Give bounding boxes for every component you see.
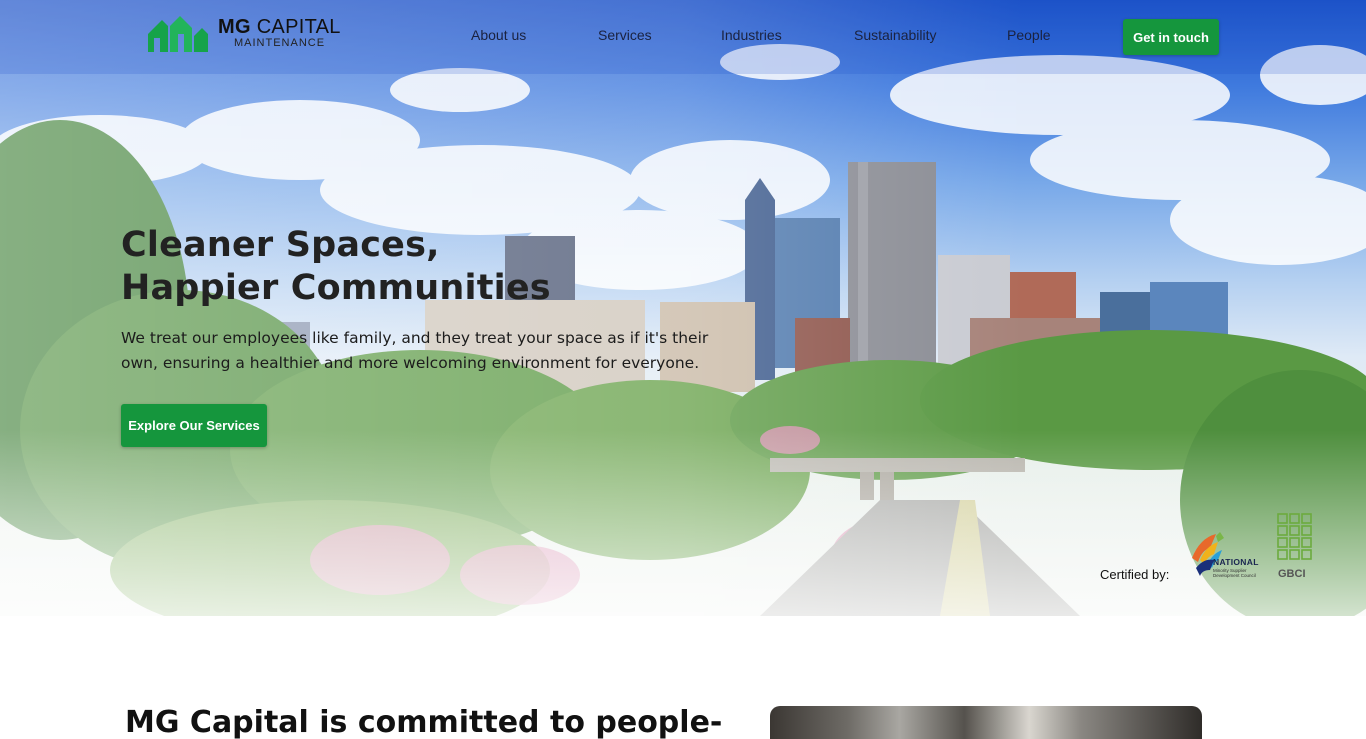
nav-link-people[interactable]: People bbox=[1007, 27, 1051, 43]
nav-link-services[interactable]: Services bbox=[598, 27, 652, 43]
nmsdc-subtitle: Minority Supplier Development Council bbox=[1213, 568, 1256, 578]
explore-services-button[interactable]: Explore Our Services bbox=[121, 404, 267, 447]
nav-link-industries[interactable]: Industries bbox=[721, 27, 782, 43]
get-in-touch-button[interactable]: Get in touch bbox=[1123, 19, 1219, 55]
top-navigation: MG CAPITAL MAINTENANCE About us Services… bbox=[0, 0, 1366, 74]
hero-subtitle: We treat our employees like family, and … bbox=[121, 329, 709, 372]
hero-title: Cleaner Spaces, Happier Communities bbox=[121, 224, 681, 310]
gbci-title: GBCI bbox=[1278, 568, 1306, 580]
nav-link-sustainability[interactable]: Sustainability bbox=[854, 27, 937, 43]
nmsdc-title: NATIONAL bbox=[1213, 557, 1259, 567]
hero-title-line-1: Cleaner Spaces, bbox=[121, 225, 440, 265]
certified-by-label: Certified by: bbox=[1100, 567, 1170, 582]
hero-section: MG CAPITAL MAINTENANCE About us Services… bbox=[0, 0, 1366, 616]
section-title: MG Capital is committed to people- bbox=[125, 705, 723, 739]
section-photo bbox=[770, 706, 1202, 739]
nav-link-about-us[interactable]: About us bbox=[471, 27, 526, 43]
hero-title-line-2: Happier Communities bbox=[121, 268, 551, 308]
